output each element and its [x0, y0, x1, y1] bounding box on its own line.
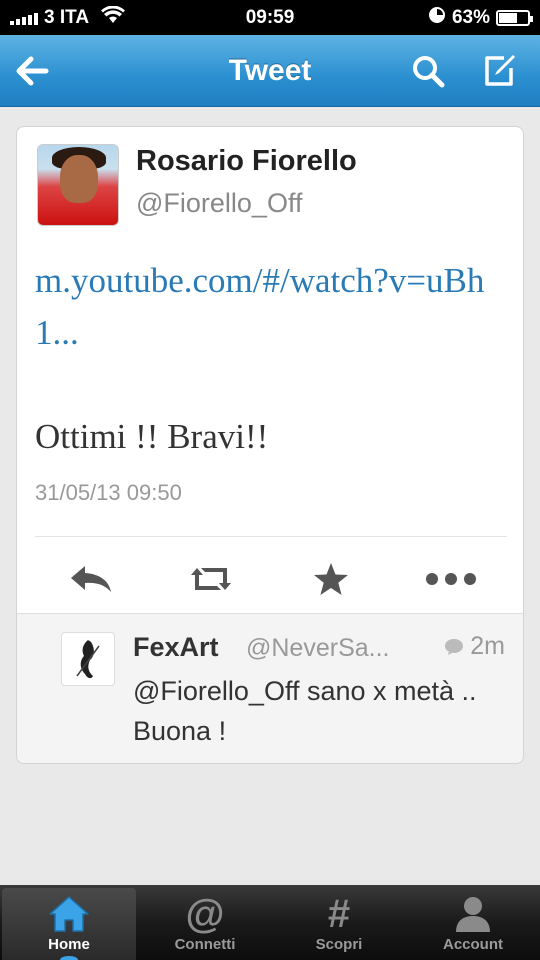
tweet-body: Ottimi !! Bravi!! — [35, 417, 269, 456]
nav-bar: Tweet — [0, 35, 540, 107]
fexart-logo-icon — [76, 640, 100, 679]
reply-author-handle[interactable]: @NeverSa... — [246, 634, 426, 663]
tweet-link[interactable]: m.youtube.com/#/watch?v=uBh1... — [35, 255, 510, 359]
battery-icon — [496, 9, 533, 26]
author-handle[interactable]: @Fiorello_Off — [136, 188, 302, 219]
active-tab-indicator — [60, 956, 78, 960]
reply-item[interactable]: FexArt @NeverSa... 2m @Fiorello_Off sano… — [17, 613, 523, 763]
at-icon: @ — [185, 892, 225, 936]
more-icon — [426, 573, 476, 585]
reply-text: @Fiorello_Off sano x metà .. Buona ! — [133, 676, 477, 746]
reply-author-name[interactable]: FexArt — [133, 632, 219, 663]
tab-connetti-label: Connetti — [174, 936, 236, 953]
reply-icon — [71, 566, 111, 592]
conversation-bubble-icon — [445, 638, 464, 655]
tab-account-label: Account — [443, 936, 503, 953]
tweet-timestamp: 31/05/13 09:50 — [35, 480, 182, 505]
divider — [35, 536, 507, 537]
reply-time: 2m — [444, 632, 505, 661]
tab-connetti[interactable]: @ Connetti — [138, 885, 272, 960]
battery-percent: 63% — [451, 6, 490, 28]
tab-home-label: Home — [48, 936, 90, 953]
tab-account[interactable]: Account — [406, 885, 540, 960]
search-icon — [413, 56, 445, 88]
person-icon — [456, 897, 490, 932]
back-button[interactable] — [10, 49, 54, 93]
reply-time-label: 2m — [470, 632, 505, 660]
tweet-card: Rosario Fiorello @Fiorello_Off m.youtube… — [16, 126, 524, 764]
compose-button[interactable] — [478, 49, 522, 93]
search-button[interactable] — [406, 49, 450, 93]
signal-strength-icon — [10, 11, 38, 25]
page-title: Tweet — [228, 53, 312, 87]
hashtag-icon: # — [327, 892, 351, 936]
status-right: 63% — [428, 6, 533, 30]
author-name[interactable]: Rosario Fiorello — [136, 145, 357, 178]
tweet-actions — [17, 547, 525, 611]
carrier-label: 3 ITA — [44, 6, 90, 28]
favorite-star-icon — [314, 563, 348, 595]
tab-scopri-label: Scopri — [315, 936, 363, 953]
retweet-button[interactable] — [181, 557, 241, 601]
back-arrow-icon — [16, 56, 49, 86]
tab-bar: Home @ Connetti # Scopri Account — [0, 885, 540, 960]
tab-scopri[interactable]: # Scopri — [272, 885, 406, 960]
tab-home[interactable]: Home — [2, 888, 136, 960]
wifi-icon — [101, 5, 126, 30]
status-left: 3 ITA — [10, 5, 126, 30]
home-icon — [49, 896, 89, 932]
compose-icon — [485, 55, 515, 86]
favorite-button[interactable] — [301, 557, 361, 601]
retweet-icon — [191, 568, 231, 590]
tweet-text: m.youtube.com/#/watch?v=uBh1... Ottimi !… — [35, 255, 510, 463]
clock-lock-icon — [428, 6, 446, 30]
author-avatar[interactable] — [37, 144, 119, 226]
more-button[interactable] — [421, 557, 481, 601]
reply-button[interactable] — [61, 557, 121, 601]
reply-avatar[interactable] — [61, 632, 115, 686]
status-bar: 3 ITA 09:59 63% — [0, 0, 540, 35]
